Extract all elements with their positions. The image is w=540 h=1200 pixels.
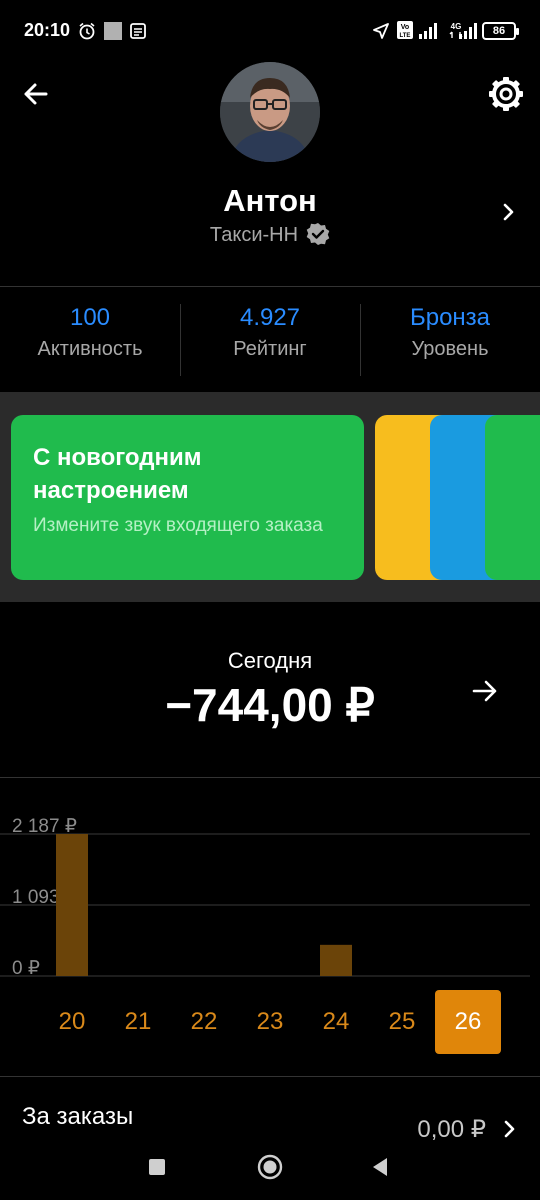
- day-label[interactable]: 20: [47, 1008, 97, 1036]
- status-bar: 20:10 Vo LTE 4G 86: [0, 0, 540, 64]
- stat-label: Рейтинг: [233, 338, 307, 360]
- stat-value: 4.927: [239, 304, 301, 331]
- day-label[interactable]: 25: [377, 1008, 427, 1036]
- day-label[interactable]: 26: [443, 1008, 493, 1036]
- stat-activity[interactable]: 100 Активность: [0, 302, 180, 361]
- stat-label: Уровень: [411, 338, 489, 360]
- stat-level[interactable]: Бронза Уровень: [360, 302, 540, 361]
- stat-value: Бронза: [409, 304, 491, 331]
- chart-bar[interactable]: [320, 944, 352, 976]
- orders-value: 0,00 ₽: [417, 1116, 486, 1143]
- alarm-icon: [79, 22, 95, 40]
- notification-icon: [104, 22, 122, 40]
- profile-name[interactable]: Антон: [0, 183, 540, 219]
- gear-icon[interactable]: [486, 74, 526, 114]
- divider: [0, 777, 540, 778]
- y-tick-label: 2 187 ₽: [12, 816, 77, 837]
- day-label[interactable]: 24: [311, 1008, 361, 1036]
- promo-carousel[interactable]: С новогодним настроением Измените звук в…: [0, 392, 540, 602]
- status-time: 20:10: [24, 20, 71, 40]
- back-arrow-icon[interactable]: [18, 76, 54, 112]
- y-tick-label: 0 ₽: [12, 958, 40, 979]
- home-button-icon[interactable]: [257, 1154, 283, 1180]
- day-label[interactable]: 23: [245, 1008, 295, 1036]
- stat-rating[interactable]: 4.927 Рейтинг: [180, 302, 360, 361]
- signal-icon: [459, 23, 477, 39]
- message-icon: [130, 23, 146, 39]
- chevron-right-icon[interactable]: [498, 1118, 520, 1140]
- volte-icon: Vo LTE: [397, 21, 413, 39]
- today-label: Сегодня: [227, 648, 313, 673]
- location-icon: [373, 23, 389, 39]
- battery-icon: 86: [482, 22, 519, 40]
- verified-badge-icon: [306, 223, 330, 245]
- back-button-icon[interactable]: [371, 1157, 389, 1177]
- svg-text:Vo: Vo: [401, 24, 409, 31]
- day-label[interactable]: 22: [179, 1008, 229, 1036]
- today-amount[interactable]: −744,00 ₽: [0, 678, 540, 732]
- divider: [0, 286, 540, 287]
- profile-park: Такси-НН: [0, 222, 540, 247]
- chart-bar[interactable]: [56, 834, 88, 976]
- divider: [0, 1076, 540, 1077]
- park-name: Такси-НН: [209, 224, 299, 246]
- promo-subtitle: Измените звук входящего заказа: [33, 515, 323, 536]
- day-label[interactable]: 21: [113, 1008, 163, 1036]
- stat-label: Активность: [37, 338, 143, 360]
- signal-icon: [419, 23, 437, 39]
- orders-label[interactable]: За заказы: [22, 1103, 133, 1131]
- promo-title: С новогодним настроением: [33, 444, 202, 504]
- chevron-right-icon[interactable]: [496, 200, 520, 224]
- earnings-chart: 2 187 ₽1 093 ₽0 ₽: [0, 816, 530, 979]
- arrow-right-icon[interactable]: [470, 676, 500, 706]
- stat-value: 100: [69, 304, 111, 331]
- avatar-photo: [220, 62, 320, 162]
- recents-button-icon[interactable]: [148, 1158, 166, 1176]
- promo-card[interactable]: С новогодним настроением Измените звук в…: [11, 415, 364, 580]
- avatar[interactable]: [220, 62, 320, 162]
- promo-stack-card-green[interactable]: [485, 415, 540, 580]
- svg-text:LTE: LTE: [400, 33, 411, 39]
